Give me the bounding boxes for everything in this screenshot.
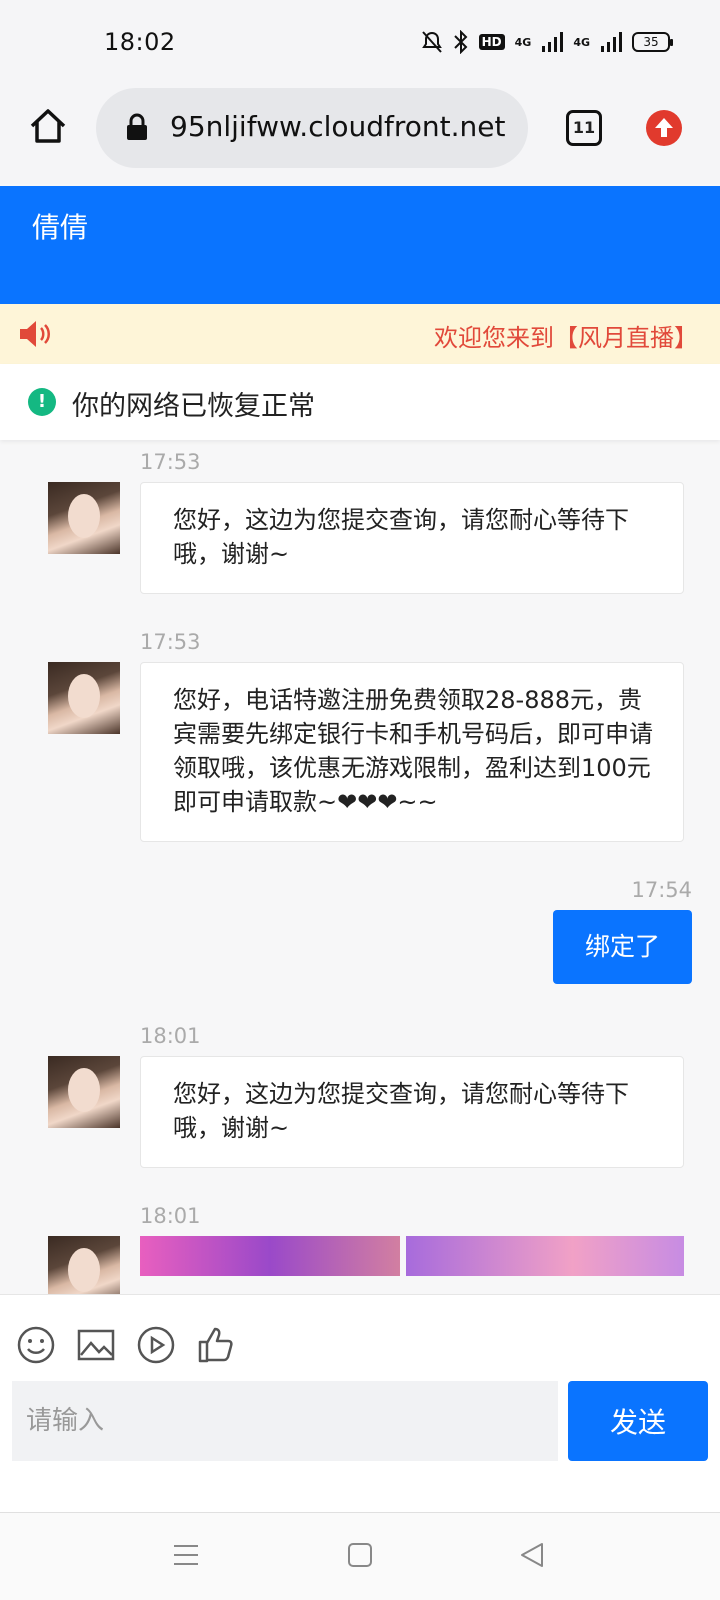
avatar[interactable] <box>48 482 120 554</box>
network-status-bar: ! 你的网络已恢复正常 <box>0 364 720 440</box>
notice-bar: 欢迎您来到【风月直播】 <box>0 304 720 364</box>
message-time: 18:01 <box>140 1024 201 1048</box>
input-area: 发送 <box>0 1294 720 1512</box>
message-bubble-self: 绑定了 <box>552 910 692 984</box>
message-bubble: 您好，电话特邀注册免费领取28-888元，贵宾需要先绑定银行卡和手机号码后，即可… <box>140 662 684 842</box>
message-bubble: 您好，这边为您提交查询，请您耐心等待下哦，谢谢~ <box>140 482 684 594</box>
url-text: 95nljifww.cloudfront.net <box>170 110 506 143</box>
avatar[interactable] <box>48 662 120 734</box>
avatar[interactable] <box>48 1236 120 1294</box>
address-bar[interactable]: 95nljifww.cloudfront.net <box>96 88 528 168</box>
promo-image-1[interactable] <box>140 1236 400 1276</box>
chat-header: 倩倩 <box>0 186 720 304</box>
message-bubble: 您好，这边为您提交查询，请您耐心等待下哦，谢谢~ <box>140 1056 684 1168</box>
battery-indicator: 35 <box>632 32 673 52</box>
thumbs-up-icon[interactable] <box>196 1325 236 1365</box>
image-icon[interactable] <box>76 1325 116 1365</box>
browser-toolbar: 95nljifww.cloudfront.net 11 <box>0 88 720 184</box>
message-list[interactable]: 17:53 您好，这边为您提交查询，请您耐心等待下哦，谢谢~ 17:53 您好，… <box>0 440 720 1294</box>
speaker-icon <box>20 321 50 347</box>
bluetooth-icon <box>453 30 468 54</box>
system-nav-bar <box>0 1512 720 1600</box>
lock-icon <box>127 113 147 140</box>
status-icons: HD 4G 4G 35 <box>421 30 673 54</box>
emoji-icon[interactable] <box>16 1325 56 1365</box>
video-icon[interactable] <box>136 1325 176 1365</box>
home-square-icon[interactable] <box>346 1541 374 1569</box>
mute-bell-icon <box>421 31 442 53</box>
message-time: 17:53 <box>140 630 201 654</box>
upload-icon <box>655 118 673 137</box>
message-time: 17:54 <box>631 878 692 902</box>
signal-icon-2 <box>601 32 622 52</box>
send-button[interactable]: 发送 <box>568 1381 708 1461</box>
home-icon <box>30 109 66 143</box>
network-label-2: 4G <box>573 35 590 49</box>
chat-title: 倩倩 <box>32 211 89 244</box>
home-button[interactable] <box>28 106 68 146</box>
tabs-button[interactable]: 11 <box>566 110 602 146</box>
status-bar: 18:02 HD 4G 4G 35 <box>0 0 720 88</box>
alert-icon: ! <box>28 388 56 416</box>
back-triangle-icon[interactable] <box>518 1541 546 1569</box>
status-time: 18:02 <box>104 28 176 56</box>
message-input[interactable] <box>12 1381 558 1461</box>
promo-image-2[interactable] <box>406 1236 684 1276</box>
message-time: 18:01 <box>140 1204 201 1228</box>
message-time: 17:53 <box>140 450 201 474</box>
upload-button[interactable] <box>646 110 682 146</box>
avatar[interactable] <box>48 1056 120 1128</box>
notice-text: 欢迎您来到【风月直播】 <box>434 324 698 352</box>
menu-icon[interactable] <box>172 1541 200 1569</box>
hd-badge: HD <box>478 34 505 50</box>
signal-icon <box>542 32 564 52</box>
image-message[interactable] <box>140 1236 684 1276</box>
network-status-text: 你的网络已恢复正常 <box>72 391 315 422</box>
network-label-1: 4G <box>514 35 532 49</box>
